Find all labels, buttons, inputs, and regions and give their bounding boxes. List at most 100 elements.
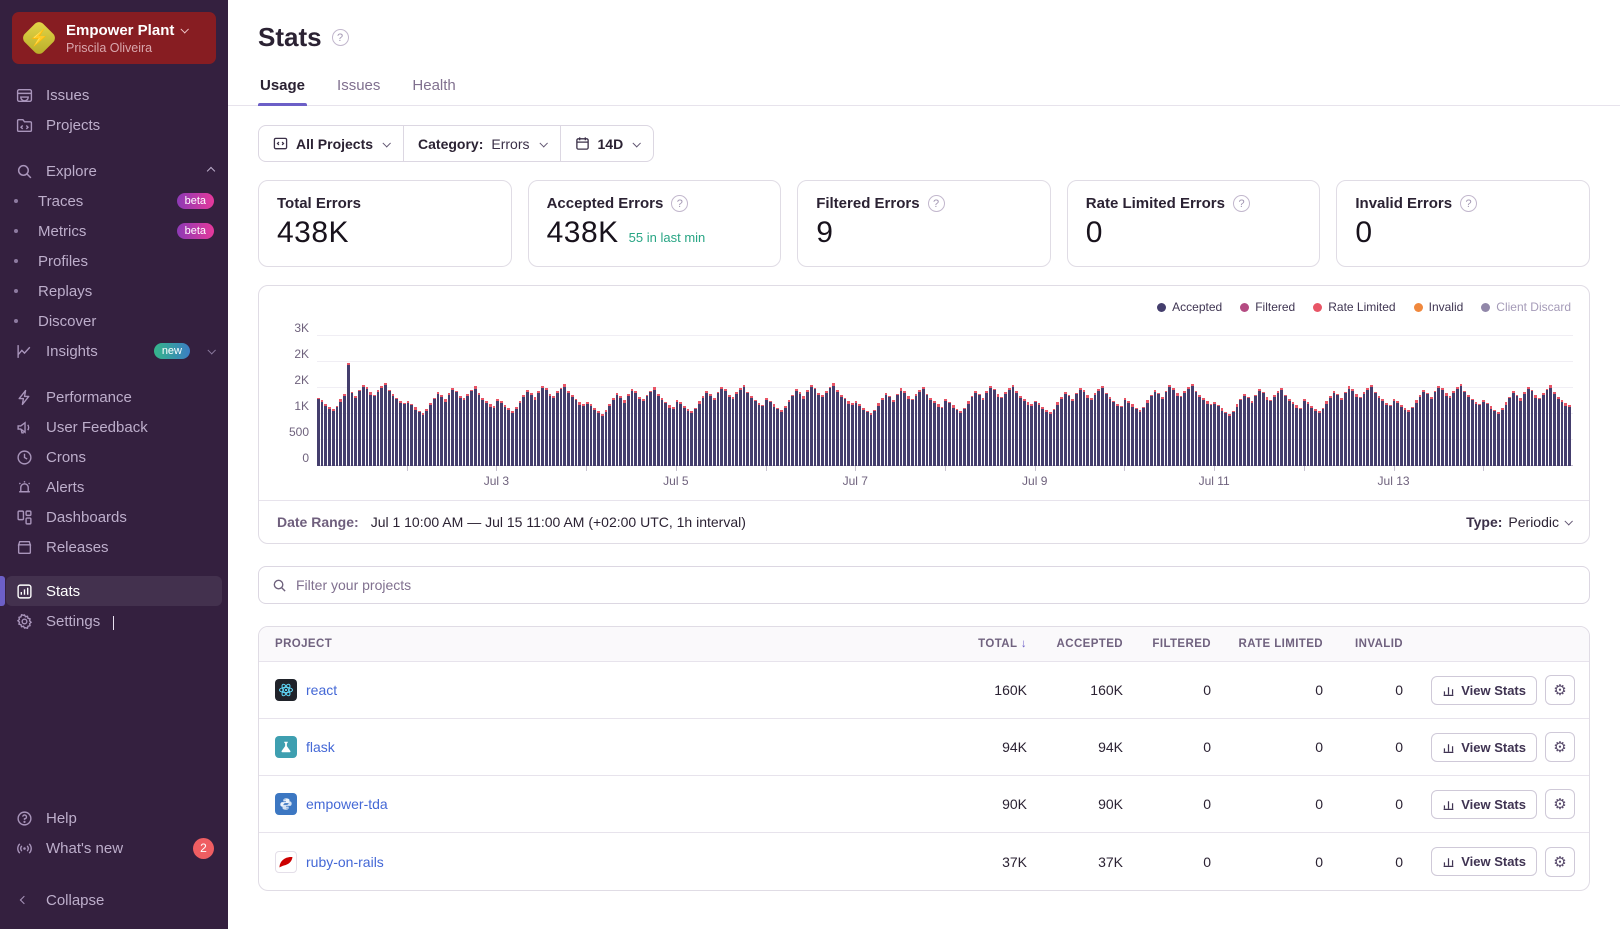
usage-bar[interactable] <box>328 407 331 466</box>
usage-bar[interactable] <box>1239 398 1243 466</box>
usage-bar[interactable] <box>503 404 507 466</box>
usage-bar[interactable] <box>731 397 735 466</box>
usage-bar[interactable] <box>1071 398 1075 466</box>
usage-bar[interactable] <box>499 401 503 466</box>
usage-bar[interactable] <box>1228 414 1231 466</box>
usage-bar[interactable] <box>432 397 436 466</box>
usage-bar[interactable] <box>1190 383 1194 466</box>
usage-bar[interactable] <box>466 393 470 466</box>
column-header-invalid[interactable]: INVALID <box>1323 638 1403 650</box>
usage-bar[interactable] <box>373 394 376 466</box>
usage-bar[interactable] <box>1564 403 1568 466</box>
usage-bar[interactable] <box>1545 388 1549 466</box>
tab-issues[interactable]: Issues <box>335 77 382 105</box>
usage-bar[interactable] <box>1153 389 1157 466</box>
usage-bar[interactable] <box>1362 392 1366 466</box>
legend-item-accepted[interactable]: Accepted <box>1157 300 1222 314</box>
usage-bar[interactable] <box>414 407 417 466</box>
usage-bar[interactable] <box>410 403 414 466</box>
usage-bar[interactable] <box>421 412 425 466</box>
usage-bar[interactable] <box>1194 390 1198 466</box>
usage-bar[interactable] <box>1243 393 1246 466</box>
usage-bar[interactable] <box>1478 403 1482 466</box>
usage-bar[interactable] <box>492 406 496 466</box>
view-stats-button[interactable]: View Stats <box>1431 732 1537 762</box>
usage-bar[interactable] <box>1366 388 1370 466</box>
usage-bar[interactable] <box>1426 392 1429 466</box>
usage-bar[interactable] <box>1418 395 1422 466</box>
usage-bar[interactable] <box>1317 411 1321 466</box>
usage-bar[interactable] <box>697 401 701 466</box>
usage-bar[interactable] <box>1015 391 1019 466</box>
usage-bar[interactable] <box>1168 385 1172 466</box>
usage-bar[interactable] <box>1403 408 1407 466</box>
column-header-accepted[interactable]: ACCEPTED <box>1027 638 1123 650</box>
usage-bar[interactable] <box>387 389 391 466</box>
usage-bar[interactable] <box>1254 394 1258 466</box>
usage-bar[interactable] <box>1414 400 1418 466</box>
usage-bar[interactable] <box>458 395 462 466</box>
usage-bar[interactable] <box>918 390 921 466</box>
type-selector-dropdown[interactable]: Type: Periodic <box>1466 514 1573 530</box>
help-question-icon[interactable] <box>671 195 689 212</box>
sidebar-item-alerts[interactable]: Alerts <box>6 472 222 502</box>
usage-bar[interactable] <box>996 394 1000 466</box>
usage-bar[interactable] <box>1258 389 1261 466</box>
usage-bar[interactable] <box>966 401 970 466</box>
usage-bar[interactable] <box>828 386 832 466</box>
usage-bar[interactable] <box>907 396 910 466</box>
usage-bar[interactable] <box>552 396 555 466</box>
usage-bar[interactable] <box>522 395 526 466</box>
usage-bar[interactable] <box>473 386 477 466</box>
usage-bar[interactable] <box>862 407 865 466</box>
usage-bar[interactable] <box>1082 390 1086 466</box>
usage-bar[interactable] <box>709 394 712 466</box>
project-link[interactable]: empower-tda <box>306 796 388 812</box>
usage-bar[interactable] <box>1287 398 1291 466</box>
usage-bar[interactable] <box>1149 394 1153 466</box>
usage-bar[interactable] <box>716 391 720 466</box>
usage-bar[interactable] <box>1399 404 1403 466</box>
usage-bar[interactable] <box>582 404 585 466</box>
usage-bar[interactable] <box>626 394 630 466</box>
usage-bar[interactable] <box>343 394 346 466</box>
usage-bar[interactable] <box>1444 393 1448 466</box>
usage-bar[interactable] <box>809 384 813 466</box>
usage-bar[interactable] <box>1172 388 1175 466</box>
search-input[interactable] <box>296 577 1576 593</box>
usage-bar[interactable] <box>1104 392 1108 466</box>
usage-bar[interactable] <box>1553 392 1556 466</box>
usage-bar[interactable] <box>477 393 481 466</box>
view-stats-button[interactable]: View Stats <box>1431 847 1537 876</box>
usage-bar[interactable] <box>851 403 854 466</box>
usage-bar[interactable] <box>556 391 559 466</box>
usage-bar[interactable] <box>451 388 455 466</box>
usage-bar[interactable] <box>1343 391 1347 466</box>
sidebar-item-user-feedback[interactable]: User Feedback <box>6 412 222 442</box>
usage-bar[interactable] <box>1351 389 1355 466</box>
usage-bar[interactable] <box>361 384 365 466</box>
usage-bar[interactable] <box>1556 396 1560 466</box>
usage-bar[interactable] <box>903 391 907 466</box>
usage-bar[interactable] <box>470 389 473 466</box>
usage-bar[interactable] <box>1063 391 1067 466</box>
usage-bar[interactable] <box>877 403 880 466</box>
usage-bar[interactable] <box>1045 410 1048 466</box>
category-filter-dropdown[interactable]: Category: Errors <box>403 126 559 161</box>
usage-bar[interactable] <box>384 382 387 466</box>
sidebar-item-metrics[interactable]: Metrics beta <box>6 216 222 246</box>
usage-bar[interactable] <box>780 409 783 466</box>
usage-bar[interactable] <box>1052 408 1056 466</box>
sidebar-collapse-button[interactable]: Collapse <box>6 885 222 915</box>
usage-bar[interactable] <box>806 390 809 466</box>
usage-bar[interactable] <box>1526 387 1530 466</box>
usage-bar[interactable] <box>955 408 959 466</box>
usage-bar[interactable] <box>1037 403 1041 466</box>
usage-bar[interactable] <box>1519 398 1523 466</box>
usage-bar[interactable] <box>1269 399 1272 466</box>
tab-health[interactable]: Health <box>410 77 457 105</box>
sidebar-item-stats[interactable]: Stats <box>6 576 222 606</box>
usage-bar[interactable] <box>1295 405 1299 466</box>
usage-bar[interactable] <box>1086 395 1090 466</box>
legend-item-client-discard[interactable]: Client Discard <box>1481 300 1571 314</box>
